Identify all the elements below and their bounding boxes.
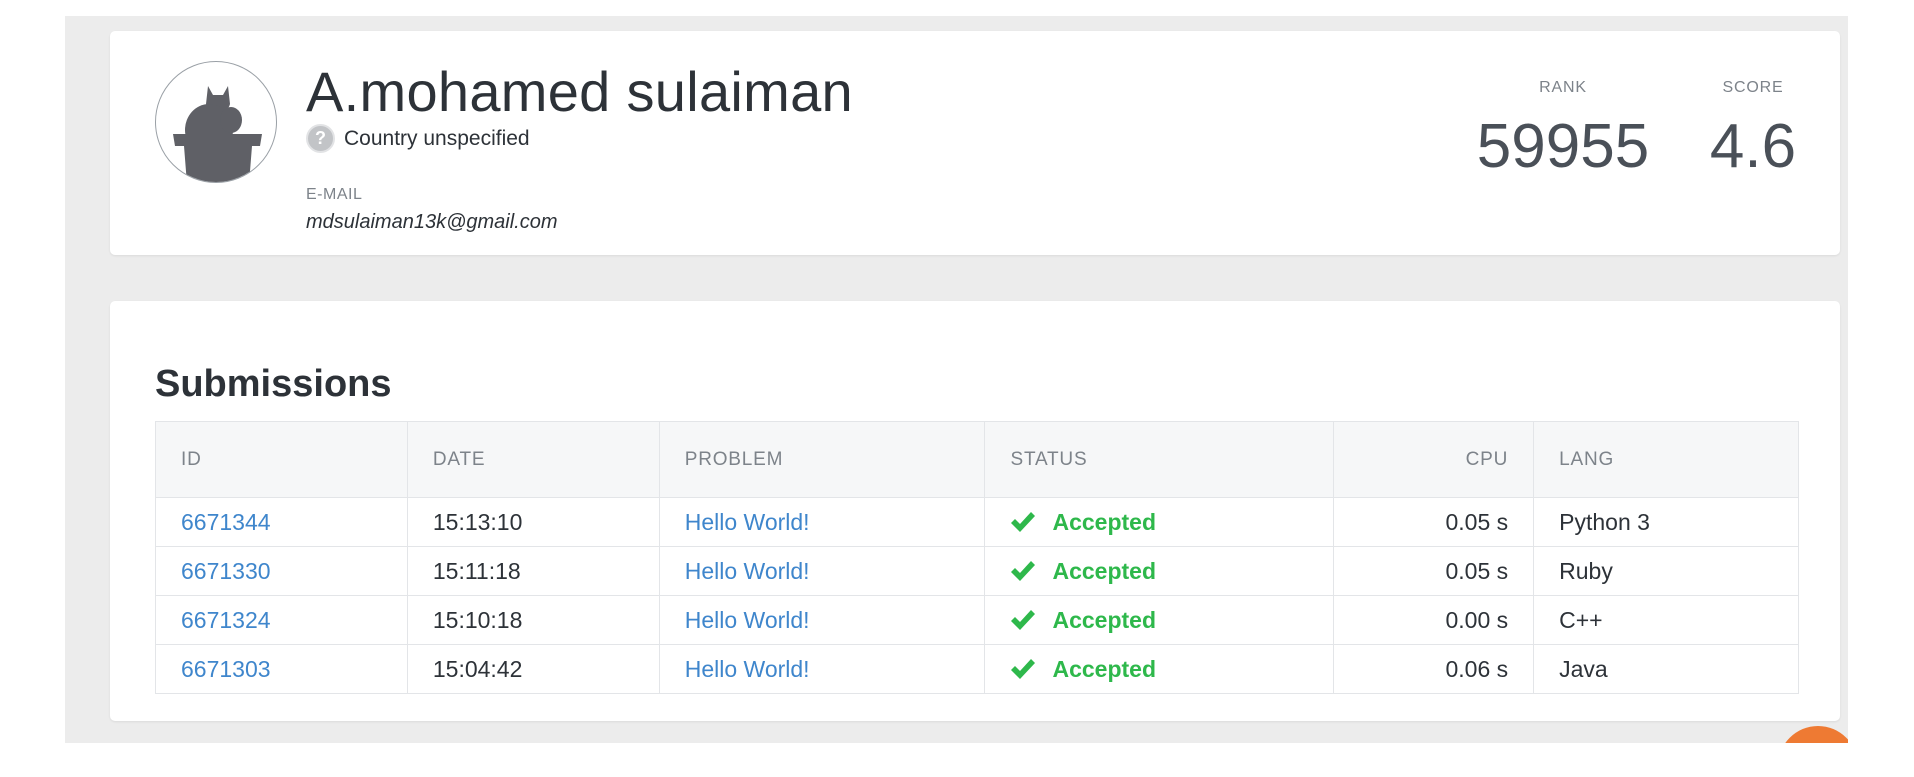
table-row: 6671303 15:04:42 Hello World! Accepted 0… [155,644,1799,694]
submission-id-link[interactable]: 6671330 [181,558,271,584]
language: Python 3 [1533,497,1799,547]
column-header-id[interactable]: ID [155,421,408,498]
submissions-card: Submissions ID DATE PROBLEM STATUS CPU L… [110,301,1840,721]
status-cell: Accepted [1010,656,1308,683]
language: Java [1533,644,1799,694]
status-cell: Accepted [1010,509,1308,536]
score-label: SCORE [1722,79,1784,96]
submission-id-link[interactable]: 6671303 [181,656,271,682]
email-label: E-MAIL [306,186,363,203]
question-mark-icon: ? [306,124,335,153]
submission-date: 15:10:18 [406,595,660,645]
problem-link[interactable]: Hello World! [685,656,810,682]
checkmark-icon [1011,659,1036,679]
table-header-row: ID DATE PROBLEM STATUS CPU LANG [155,421,1799,498]
cpu-time: 0.05 s [1333,546,1535,596]
problem-link[interactable]: Hello World! [685,509,810,535]
page-background: A.mohamed sulaiman ? Country unspecified… [65,16,1848,743]
column-header-lang[interactable]: LANG [1533,421,1799,498]
status-label: Accepted [1052,606,1157,633]
language: Ruby [1533,546,1799,596]
checkmark-icon [1011,512,1036,532]
column-header-status[interactable]: STATUS [984,421,1335,498]
chat-button[interactable] [1778,726,1848,743]
score-stat: SCORE 4.6 [1698,79,1808,182]
rank-label: RANK [1539,79,1587,96]
status-label: Accepted [1052,557,1157,584]
profile-card: A.mohamed sulaiman ? Country unspecified… [110,31,1840,255]
submission-date: 15:13:10 [406,497,660,547]
status-label: Accepted [1052,508,1157,535]
submissions-table: ID DATE PROBLEM STATUS CPU LANG 6671344 … [155,421,1799,694]
status-cell: Accepted [1010,558,1308,585]
table-row: 6671344 15:13:10 Hello World! Accepted 0… [155,497,1799,547]
table-row: 6671324 15:10:18 Hello World! Accepted 0… [155,595,1799,645]
checkmark-icon [1011,610,1036,630]
cat-avatar-icon [173,86,262,182]
submission-date: 15:11:18 [406,546,660,596]
problem-link[interactable]: Hello World! [685,607,810,633]
email-value: mdsulaiman13k@gmail.com [306,211,558,233]
status-label: Accepted [1052,655,1157,682]
column-header-date[interactable]: DATE [406,421,660,498]
submission-id-link[interactable]: 6671324 [181,607,271,633]
cpu-time: 0.06 s [1333,644,1535,694]
cpu-time: 0.05 s [1333,497,1535,547]
country-info: ? Country unspecified [306,124,530,153]
submission-date: 15:04:42 [406,644,660,694]
column-header-cpu[interactable]: CPU [1333,421,1535,498]
status-cell: Accepted [1010,607,1308,634]
profile-name: A.mohamed sulaiman [306,60,853,123]
problem-link[interactable]: Hello World! [685,558,810,584]
language: C++ [1533,595,1799,645]
avatar [155,61,277,183]
table-row: 6671330 15:11:18 Hello World! Accepted 0… [155,546,1799,596]
checkmark-icon [1011,561,1036,581]
country-label: Country unspecified [344,126,530,150]
rank-value: 59955 [1476,112,1650,181]
score-value: 4.6 [1709,112,1797,181]
cpu-time: 0.00 s [1333,595,1535,645]
submissions-title: Submissions [155,363,392,405]
submission-id-link[interactable]: 6671344 [181,509,271,535]
rank-stat: RANK 59955 [1473,79,1653,182]
column-header-problem[interactable]: PROBLEM [658,421,986,498]
